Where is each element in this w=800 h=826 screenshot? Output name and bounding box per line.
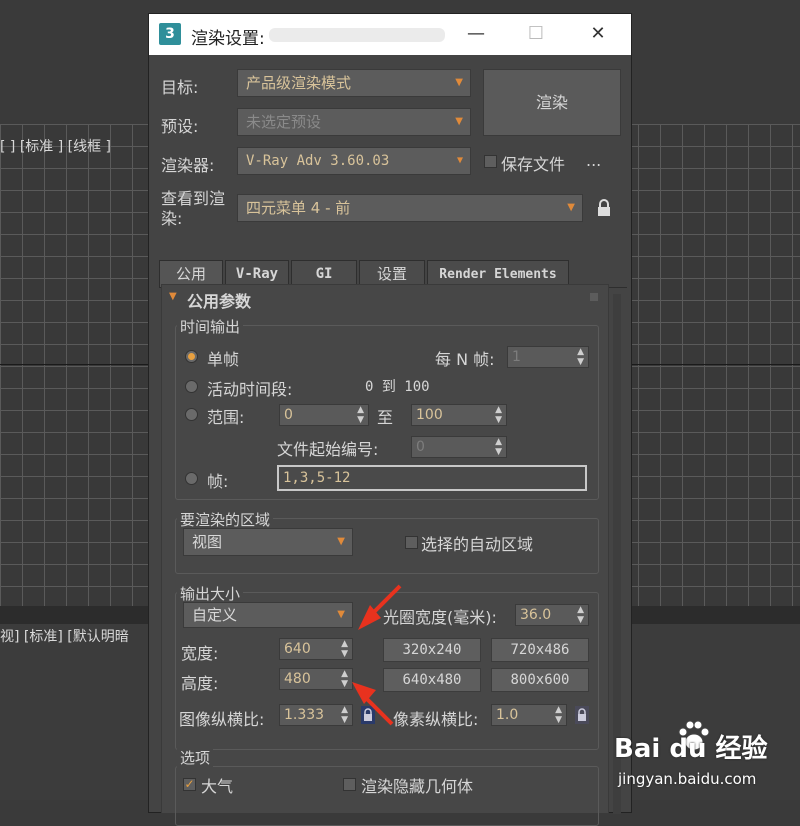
annotation-arrow-aperture bbox=[358, 584, 402, 630]
annotation-arrow-height bbox=[352, 682, 394, 726]
baidu-url: jingyan.baidu.com bbox=[618, 770, 757, 788]
annotation-arrows bbox=[352, 584, 402, 726]
baidu-logo-text: Bai du 经验 bbox=[614, 734, 768, 764]
baidu-watermark: Bai du 经验 jingyan.baidu.com bbox=[614, 718, 794, 798]
